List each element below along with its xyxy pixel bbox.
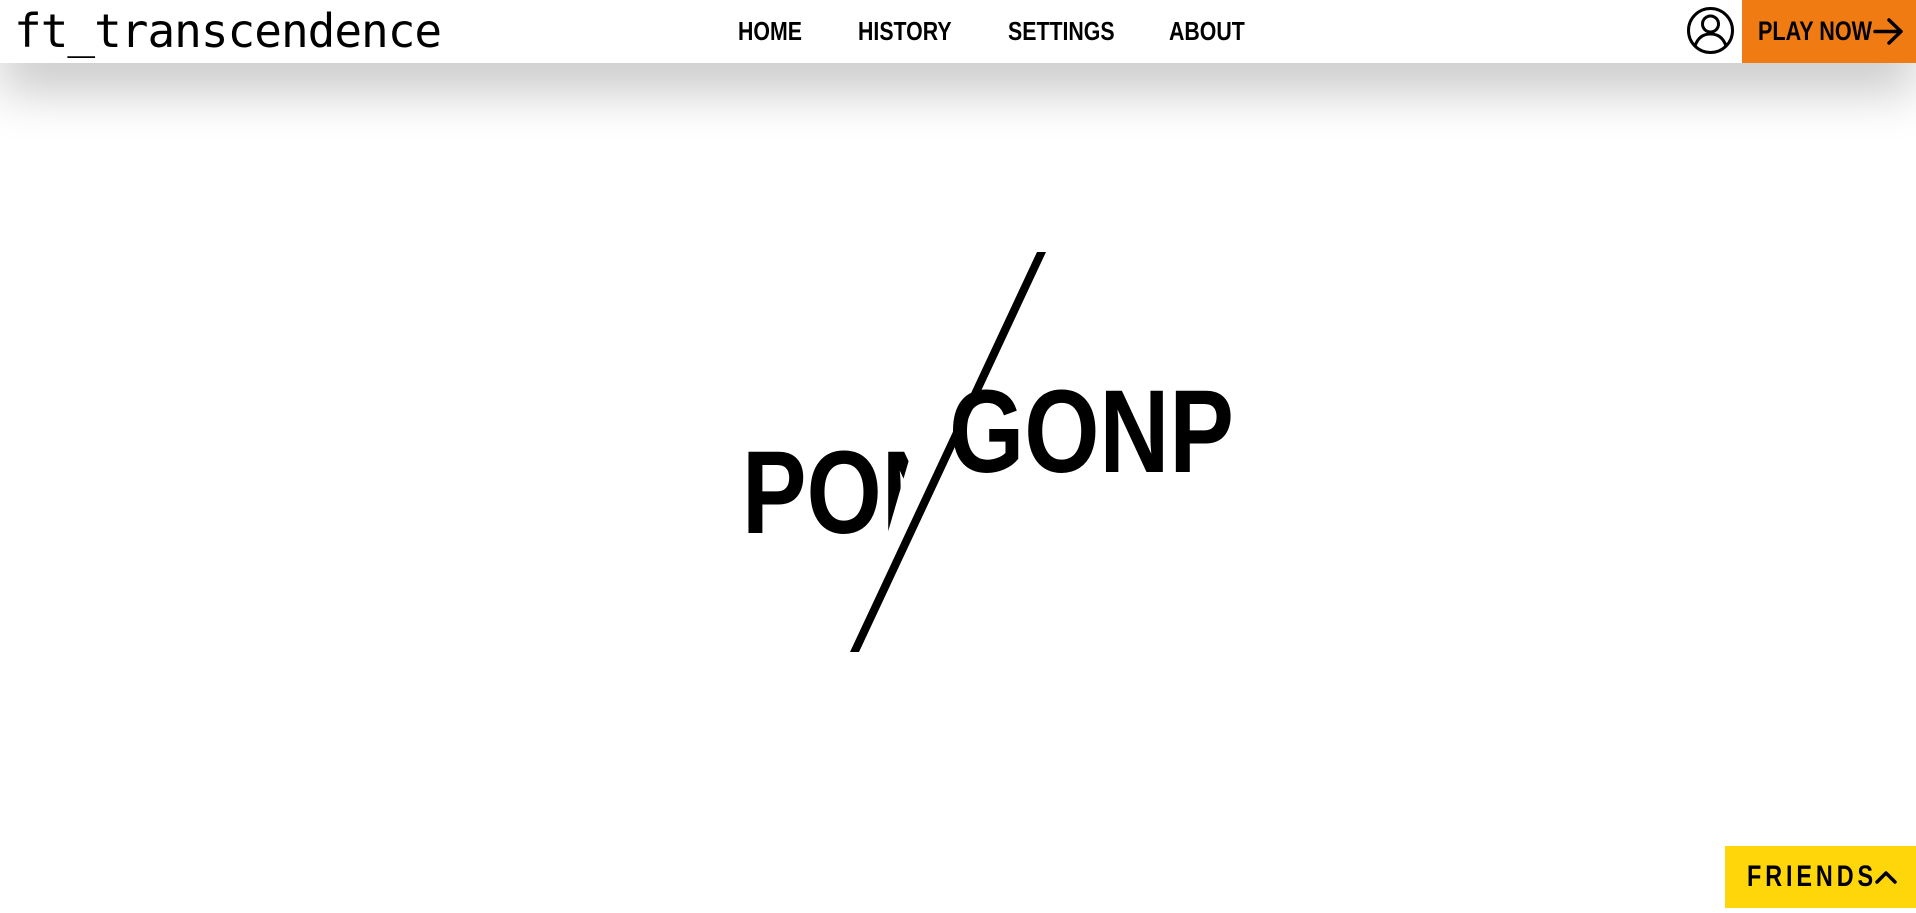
brand-logo[interactable]: ft_transcendence bbox=[14, 6, 442, 56]
pong-logo: PONG GONP bbox=[742, 252, 1234, 652]
friends-label: FRIENDS bbox=[1747, 860, 1878, 893]
top-navbar: ft_transcendence HOME HISTORY SETTINGS A… bbox=[0, 0, 1916, 63]
main-nav: HOME HISTORY SETTINGS ABOUT bbox=[738, 0, 1245, 63]
play-now-label: PLAY NOW bbox=[1758, 16, 1873, 46]
user-circle-icon bbox=[1687, 7, 1734, 54]
hero-word-right: GONP bbox=[949, 365, 1234, 497]
nav-settings[interactable]: SETTINGS bbox=[1008, 16, 1115, 47]
nav-about[interactable]: ABOUT bbox=[1169, 16, 1245, 47]
nav-history[interactable]: HISTORY bbox=[858, 16, 952, 47]
arrow-right-icon bbox=[1873, 18, 1903, 45]
nav-home[interactable]: HOME bbox=[738, 16, 802, 47]
profile-button[interactable] bbox=[1686, 6, 1735, 55]
play-now-button[interactable]: PLAY NOW bbox=[1742, 0, 1916, 63]
friends-panel-toggle[interactable]: FRIENDS bbox=[1725, 846, 1916, 908]
chevron-up-icon bbox=[1875, 871, 1897, 884]
hero-logo: PONG GONP bbox=[0, 0, 1916, 908]
